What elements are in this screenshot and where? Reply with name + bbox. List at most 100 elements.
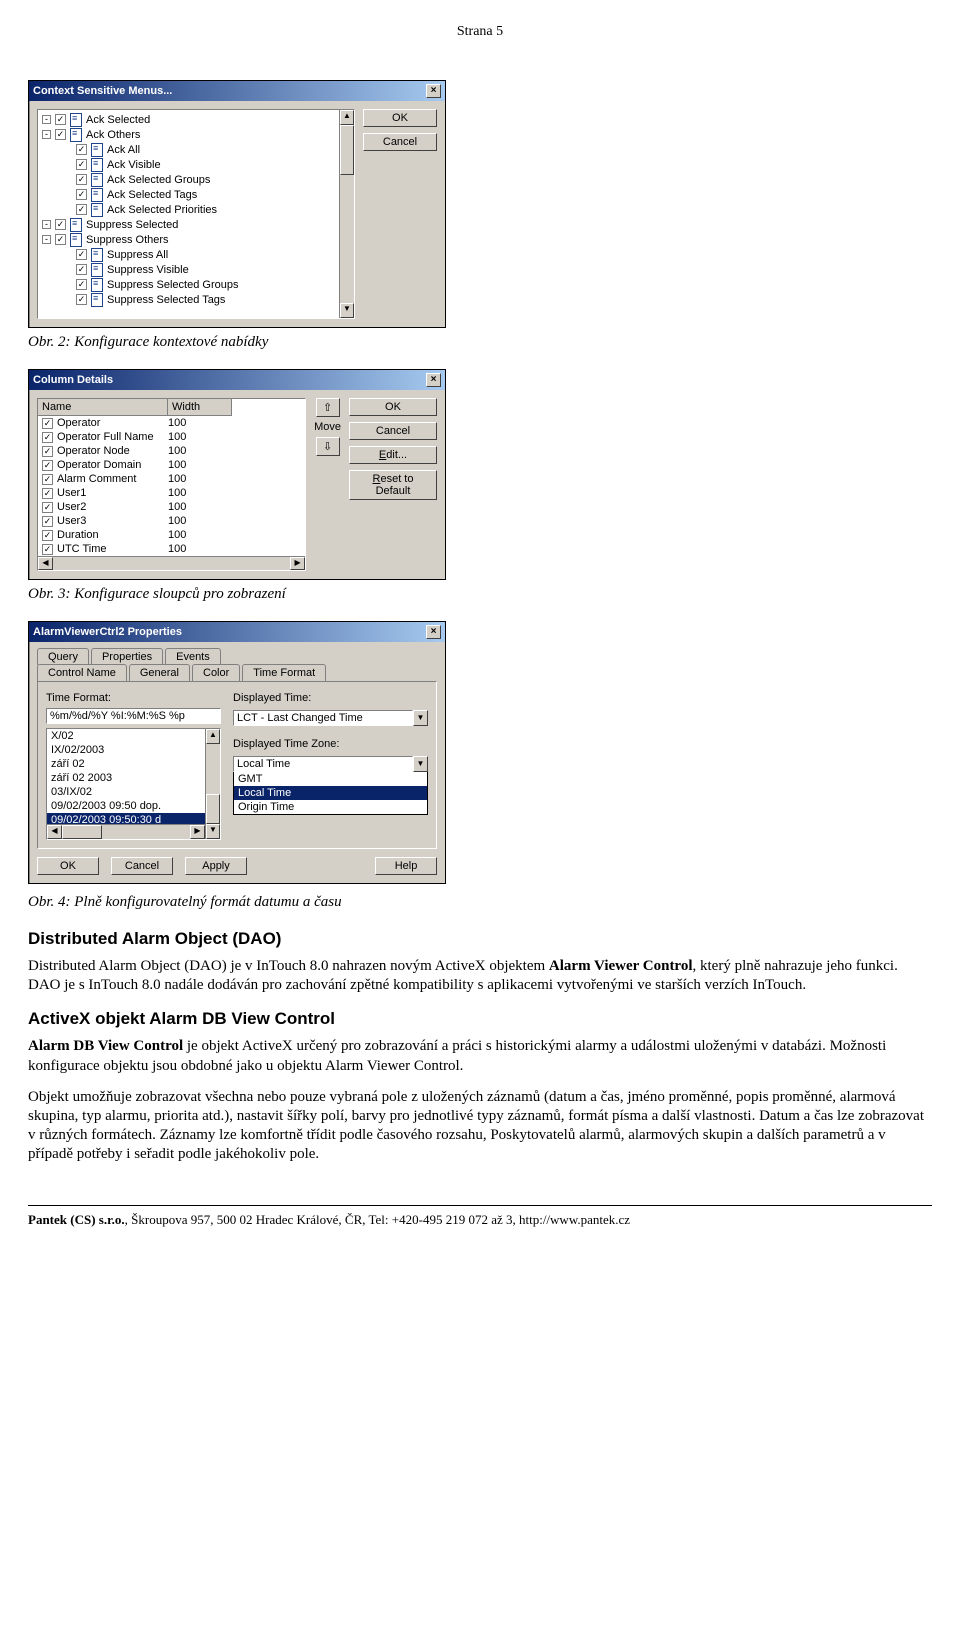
scroll-thumb[interactable] [206, 794, 220, 824]
tab-properties[interactable]: Properties [91, 648, 163, 665]
cancel-button[interactable]: Cancel [349, 422, 437, 440]
tree-row[interactable]: ✓Suppress Visible [42, 262, 354, 277]
scroll-down-icon[interactable]: ▼ [206, 824, 220, 839]
edit-button[interactable]: Edit... [349, 446, 437, 464]
columns-grid[interactable]: Name Width ✓Operator100✓Operator Full Na… [37, 398, 306, 571]
table-row[interactable]: ✓Operator100 [38, 416, 305, 430]
zone-dropdown[interactable]: GMTLocal TimeOrigin Time [233, 771, 428, 815]
dropdown-option[interactable]: GMT [234, 772, 427, 786]
help-button[interactable]: Help [375, 857, 437, 875]
table-row[interactable]: ✓Operator Node100 [38, 444, 305, 458]
checkbox-icon[interactable]: ✓ [76, 264, 87, 275]
checkbox-icon[interactable]: ✓ [42, 544, 53, 555]
grid-header-name[interactable]: Name [38, 399, 168, 416]
checkbox-icon[interactable]: ✓ [42, 474, 53, 485]
checkbox-icon[interactable]: ✓ [42, 460, 53, 471]
tree-row[interactable]: ✓Ack All [42, 142, 354, 157]
checkbox-icon[interactable]: ✓ [55, 114, 66, 125]
checkbox-icon[interactable]: ✓ [42, 488, 53, 499]
close-icon[interactable]: × [426, 625, 441, 639]
list-item[interactable]: 09/02/2003 09:50 dop. [47, 799, 220, 813]
reset-button[interactable]: Reset to Default [349, 470, 437, 500]
scroll-up-icon[interactable]: ▲ [206, 729, 220, 744]
vertical-scrollbar[interactable]: ▲ ▼ [205, 729, 220, 839]
close-icon[interactable]: × [426, 84, 441, 98]
scroll-thumb[interactable] [62, 825, 102, 839]
displayed-time-combo[interactable]: LCT - Last Changed Time ▼ [233, 710, 428, 726]
checkbox-icon[interactable]: ✓ [55, 234, 66, 245]
scroll-right-icon[interactable]: ▶ [190, 825, 205, 839]
checkbox-icon[interactable]: ✓ [76, 159, 87, 170]
tree-row[interactable]: -✓Ack Selected [42, 112, 354, 127]
horizontal-scrollbar[interactable]: ◀▶ [38, 556, 305, 570]
cancel-button[interactable]: Cancel [363, 133, 437, 151]
checkbox-icon[interactable]: ✓ [76, 174, 87, 185]
time-format-input[interactable]: %m/%d/%Y %I:%M:%S %p [46, 708, 221, 724]
tree-row[interactable]: -✓Suppress Others [42, 232, 354, 247]
vertical-scrollbar[interactable]: ▲ ▼ [339, 110, 354, 318]
tree-row[interactable]: ✓Ack Selected Priorities [42, 202, 354, 217]
checkbox-icon[interactable]: ✓ [42, 502, 53, 513]
tab-query[interactable]: Query [37, 648, 89, 665]
ok-button[interactable]: OK [349, 398, 437, 416]
tree-row[interactable]: ✓Suppress Selected Tags [42, 292, 354, 307]
tree-row[interactable]: ✓Suppress All [42, 247, 354, 262]
tree-row[interactable]: ✓Suppress Selected Groups [42, 277, 354, 292]
list-item[interactable]: X/02 [47, 729, 220, 743]
chevron-down-icon[interactable]: ▼ [413, 710, 428, 726]
expand-icon[interactable]: - [42, 130, 51, 139]
dropdown-option[interactable]: Local Time [234, 786, 427, 800]
list-item[interactable]: září 02 [47, 757, 220, 771]
table-row[interactable]: ✓Operator Domain100 [38, 458, 305, 472]
tab-events[interactable]: Events [165, 648, 221, 665]
checkbox-icon[interactable]: ✓ [76, 144, 87, 155]
tree-row[interactable]: -✓Suppress Selected [42, 217, 354, 232]
format-list[interactable]: X/02IX/02/2003září 02září 02 200303/IX/0… [46, 728, 221, 840]
tab-color[interactable]: Color [192, 664, 240, 681]
grid-header-width[interactable]: Width [168, 399, 232, 416]
expand-icon[interactable]: - [42, 235, 51, 244]
checkbox-icon[interactable]: ✓ [76, 294, 87, 305]
list-item[interactable]: září 02 2003 [47, 771, 220, 785]
scroll-down-icon[interactable]: ▼ [340, 303, 354, 318]
table-row[interactable]: ✓Alarm Comment100 [38, 472, 305, 486]
tree-row[interactable]: -✓Ack Others [42, 127, 354, 142]
expand-icon[interactable]: - [42, 220, 51, 229]
tab-control-name[interactable]: Control Name [37, 664, 127, 681]
ok-button[interactable]: OK [37, 857, 99, 875]
scroll-left-icon[interactable]: ◀ [47, 825, 62, 839]
tab-time-format[interactable]: Time Format [242, 664, 326, 681]
list-item[interactable]: 03/IX/02 [47, 785, 220, 799]
cancel-button[interactable]: Cancel [111, 857, 173, 875]
scroll-thumb[interactable] [340, 125, 354, 175]
move-up-button[interactable]: ⇧ [316, 398, 340, 417]
scroll-up-icon[interactable]: ▲ [340, 110, 354, 125]
chevron-down-icon[interactable]: ▼ [413, 756, 428, 772]
list-item[interactable]: IX/02/2003 [47, 743, 220, 757]
checkbox-icon[interactable]: ✓ [42, 432, 53, 443]
table-row[interactable]: ✓User2100 [38, 500, 305, 514]
table-row[interactable]: ✓User1100 [38, 486, 305, 500]
table-row[interactable]: ✓UTC Time100 [38, 542, 305, 556]
close-icon[interactable]: × [426, 373, 441, 387]
table-row[interactable]: ✓Duration100 [38, 528, 305, 542]
checkbox-icon[interactable]: ✓ [42, 530, 53, 541]
displayed-zone-combo[interactable]: Local Time ▼ [233, 756, 428, 772]
table-row[interactable]: ✓Operator Full Name100 [38, 430, 305, 444]
checkbox-icon[interactable]: ✓ [76, 204, 87, 215]
checkbox-icon[interactable]: ✓ [55, 219, 66, 230]
table-row[interactable]: ✓User3100 [38, 514, 305, 528]
expand-icon[interactable]: - [42, 115, 51, 124]
tree-row[interactable]: ✓Ack Visible [42, 157, 354, 172]
move-down-button[interactable]: ⇩ [316, 437, 340, 456]
dropdown-option[interactable]: Origin Time [234, 800, 427, 814]
tab-general[interactable]: General [129, 664, 190, 681]
checkbox-icon[interactable]: ✓ [42, 418, 53, 429]
apply-button[interactable]: Apply [185, 857, 247, 875]
checkbox-icon[interactable]: ✓ [76, 279, 87, 290]
tree-row[interactable]: ✓Ack Selected Tags [42, 187, 354, 202]
ok-button[interactable]: OK [363, 109, 437, 127]
checkbox-icon[interactable]: ✓ [42, 516, 53, 527]
context-menu-tree[interactable]: -✓Ack Selected-✓Ack Others✓Ack All✓Ack V… [37, 109, 355, 319]
tree-row[interactable]: ✓Ack Selected Groups [42, 172, 354, 187]
